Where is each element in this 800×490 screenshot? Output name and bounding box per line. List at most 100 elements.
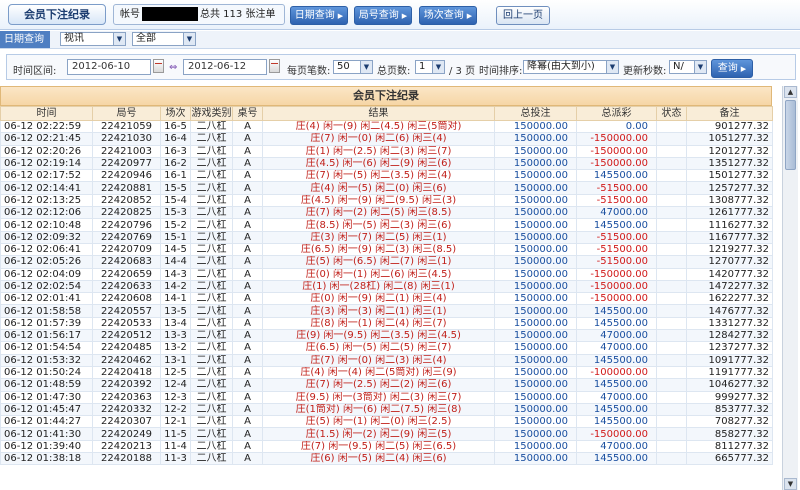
- cell-total-bet: 150000.00: [494, 439, 577, 454]
- table-row: 06-12 01:45:47 22420332 12-2 二八杠 A 庄(1筒对) 闲一(…: [0, 402, 773, 417]
- page-size-select[interactable]: 50 ▼: [333, 60, 373, 74]
- cell-round-no: 22420946: [92, 169, 161, 183]
- page-select[interactable]: 1 ▼: [415, 60, 445, 74]
- table-row: 06-12 01:50:24 22420418 12-5 二八杠 A 庄(4) 闲一(4)…: [0, 365, 773, 380]
- cell-round-no: 22420881: [92, 181, 161, 195]
- cell-round-no: 22420825: [92, 206, 161, 220]
- cell-time: 06-12 02:19:14: [0, 156, 93, 171]
- arrow-right-icon: ▶: [740, 65, 747, 73]
- cell-balance: 999277.32: [686, 390, 773, 404]
- date-query-button[interactable]: 日期查询 ▶: [290, 6, 348, 25]
- query-button[interactable]: 查询 ▶: [711, 59, 753, 78]
- cell-round-no: 22420533: [92, 316, 161, 331]
- cell-payout: -150000.00: [576, 427, 657, 441]
- cell-status: [656, 132, 687, 146]
- table-row: 06-12 02:12:06 22420825 15-3 二八杠 A 庄(7) 闲一(2)…: [0, 206, 773, 220]
- cell-time: 06-12 01:48:59: [0, 378, 93, 392]
- cell-result: 庄(7) 闲一(9.5) 闲二(5) 闲三(6.5): [262, 439, 495, 454]
- cell-session: 12-5: [160, 365, 191, 380]
- cell-time: 06-12 02:20:26: [0, 144, 93, 158]
- cell-table-no: A: [232, 415, 263, 429]
- cell-payout: -51500.00: [576, 255, 657, 269]
- cell-game-type: 二八杠: [190, 304, 233, 318]
- cell-session: 16-1: [160, 169, 191, 183]
- table-row: 06-12 01:48:59 22420392 12-4 二八杠 A 庄(7) 闲一(2.…: [0, 378, 773, 392]
- cell-payout: 47000.00: [576, 341, 657, 355]
- cell-result: 庄(4.5) 闲一(9) 闲二(9.5) 闲三(3): [262, 193, 495, 208]
- cell-time: 06-12 02:01:41: [0, 292, 93, 306]
- cell-time: 06-12 02:09:32: [0, 230, 93, 244]
- cell-table-no: A: [232, 427, 263, 441]
- cell-session: 15-2: [160, 218, 191, 232]
- round-query-button[interactable]: 局号查询 ▶: [354, 6, 412, 25]
- cell-balance: 1046277.32: [686, 378, 773, 392]
- cell-payout: 145500.00: [576, 304, 657, 318]
- table-row: 06-12 02:22:59 22421059 16-5 二八杠 A 庄(4) 闲一(9)…: [0, 119, 773, 134]
- cell-round-no: 22420307: [92, 415, 161, 429]
- cell-result: 庄(7) 闲一(0) 闲二(3) 闲三(4): [262, 353, 495, 367]
- cell-payout: 145500.00: [576, 316, 657, 331]
- cell-table-no: A: [232, 156, 263, 171]
- cell-payout: -150000.00: [576, 156, 657, 171]
- cell-total-bet: 150000.00: [494, 255, 577, 269]
- cell-table-no: A: [232, 341, 263, 355]
- cell-round-no: 22420977: [92, 156, 161, 171]
- cell-payout: -150000.00: [576, 144, 657, 158]
- cell-game-type: 二八杠: [190, 230, 233, 244]
- date-to-input[interactable]: 2012-06-12: [183, 59, 267, 75]
- scroll-up-icon[interactable]: ▲: [784, 86, 797, 98]
- cell-game-type: 二八杠: [190, 132, 233, 146]
- calendar-icon[interactable]: [153, 59, 164, 73]
- cell-payout: 145500.00: [576, 353, 657, 367]
- cell-table-no: A: [232, 119, 263, 134]
- session-query-button[interactable]: 场次查询 ▶: [419, 6, 477, 25]
- cell-payout: 145500.00: [576, 452, 657, 466]
- cell-round-no: 22420418: [92, 365, 161, 380]
- table-row: 06-12 02:09:32 22420769 15-1 二八杠 A 庄(3) 闲一(7)…: [0, 230, 773, 244]
- category-select[interactable]: 视讯 ▼: [60, 32, 126, 46]
- cell-status: [656, 119, 687, 134]
- cell-total-bet: 150000.00: [494, 132, 577, 146]
- cell-time: 06-12 02:10:48: [0, 218, 93, 232]
- bet-record-table: 会员下注纪录 时间 局号 场次 游戏类别 桌号 结果 总投注 总派彩 状态 备注 06-12 02…: [0, 86, 773, 466]
- cell-round-no: 22420852: [92, 193, 161, 208]
- cell-table-no: A: [232, 267, 263, 281]
- table-row: 06-12 02:14:41 22420881 15-5 二八杠 A 庄(4) 闲一(5)…: [0, 181, 773, 195]
- cell-session: 15-4: [160, 193, 191, 208]
- cell-status: [656, 402, 687, 417]
- cell-time: 06-12 01:54:54: [0, 341, 93, 355]
- column-header: 游戏类别: [190, 106, 233, 121]
- cell-game-type: 二八杠: [190, 329, 233, 343]
- page-count: / 3 页: [449, 66, 476, 77]
- cell-result: 庄(8.5) 闲一(5) 闲二(3) 闲三(6): [262, 218, 495, 232]
- cell-session: 12-2: [160, 402, 191, 417]
- cell-status: [656, 267, 687, 281]
- cell-time: 06-12 02:21:45: [0, 132, 93, 146]
- cell-time: 06-12 01:47:30: [0, 390, 93, 404]
- cell-table-no: A: [232, 132, 263, 146]
- cell-total-bet: 150000.00: [494, 193, 577, 208]
- cell-status: [656, 427, 687, 441]
- cell-status: [656, 378, 687, 392]
- cell-table-no: A: [232, 206, 263, 220]
- scrollbar-thumb[interactable]: [785, 100, 796, 170]
- cell-game-type: 二八杠: [190, 452, 233, 466]
- cell-time: 06-12 01:56:17: [0, 329, 93, 343]
- cell-total-bet: 150000.00: [494, 304, 577, 318]
- cell-balance: 1476777.32: [686, 304, 773, 318]
- column-header: 场次: [160, 106, 191, 121]
- vertical-scrollbar[interactable]: ▲ ▼: [782, 86, 798, 490]
- date-from-input[interactable]: 2012-06-10: [67, 59, 151, 75]
- cell-round-no: 22420659: [92, 267, 161, 281]
- column-header: 时间: [0, 106, 93, 121]
- calendar-icon[interactable]: [269, 59, 280, 73]
- cell-game-type: 二八杠: [190, 390, 233, 404]
- cell-payout: -150000.00: [576, 132, 657, 146]
- swap-icon: ⇔: [169, 62, 178, 73]
- back-button[interactable]: 回上一页: [496, 6, 550, 25]
- refresh-select[interactable]: N/▼: [669, 60, 707, 74]
- sort-select[interactable]: 降幂(由大到小) ▼: [523, 60, 619, 74]
- cell-time: 06-12 01:57:39: [0, 316, 93, 331]
- type-select[interactable]: 全部 ▼: [132, 32, 196, 46]
- scroll-down-icon[interactable]: ▼: [784, 478, 797, 490]
